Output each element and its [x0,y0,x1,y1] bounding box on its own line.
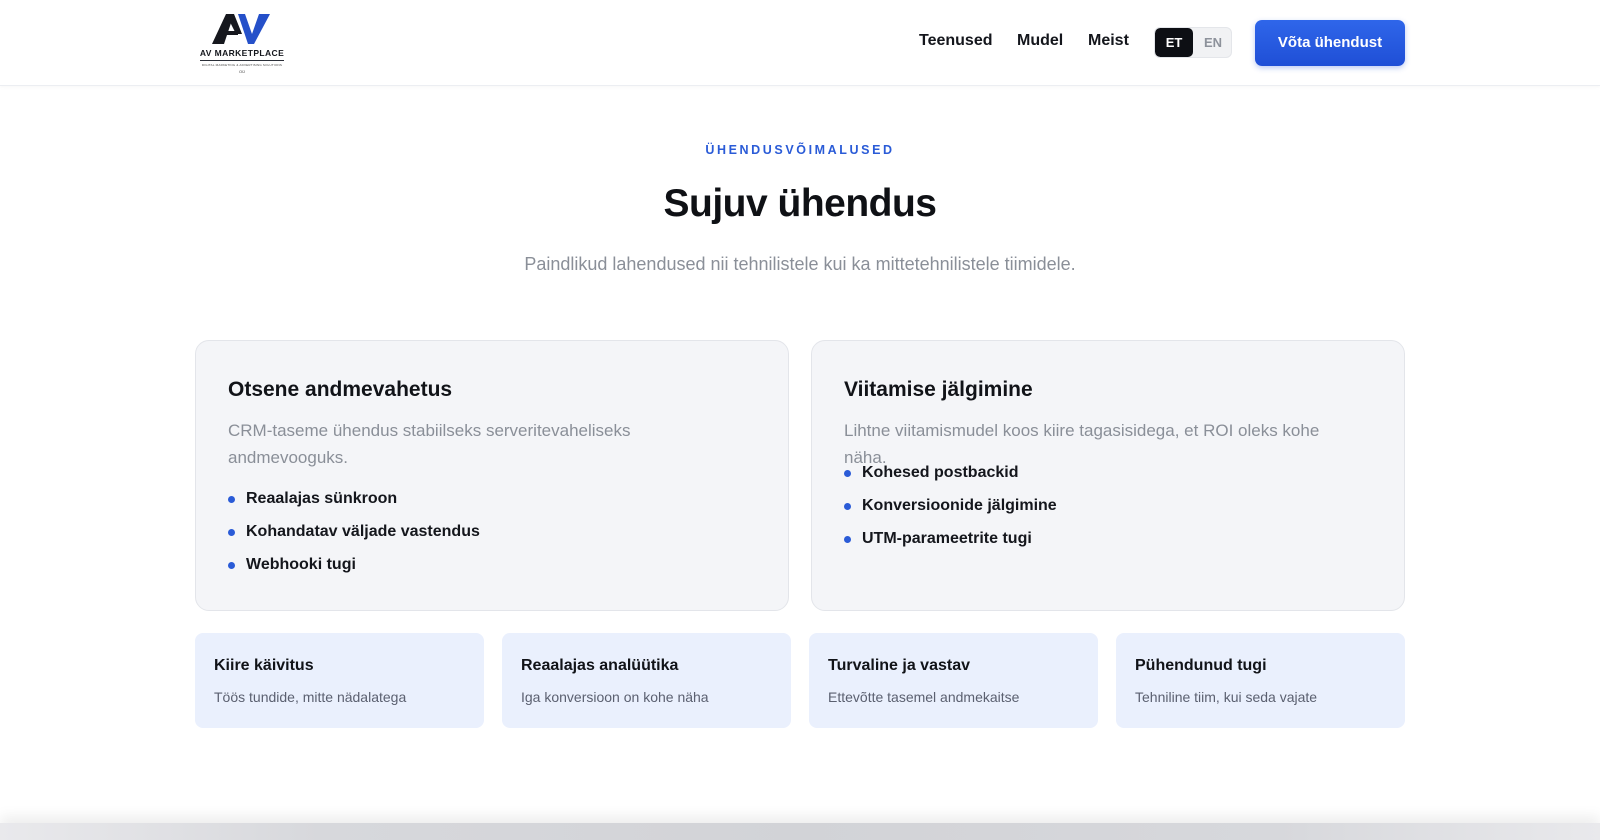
feature-description: Tehniline tiim, kui seda vajate [1135,689,1318,705]
bullet-dot-icon [228,562,235,569]
card-description: CRM-taseme ühendus stabiilseks serverite… [228,421,631,467]
card-feature-list: Kohesed postbackid Konversioonide jälgim… [844,462,1057,561]
list-item: Konversioonide jälgimine [844,495,1057,528]
feature-description: Töös tundide, mitte nädalatega [214,689,407,705]
feature-tile-secure-compliant: Turvaline ja vastav Ettevõtte tasemel an… [809,633,1098,728]
feature-tile-fast-launch: Kiire käivitus Töös tundide, mitte nädal… [195,633,484,728]
av-logo-icon [212,14,270,44]
feature-tile-dedicated-support: Pühendunud tugi Tehniline tiim, kui seda… [1116,633,1405,728]
card-title: Otsene andmevahetus [228,378,453,401]
logo-wordmark: AV MARKETPLACE [199,48,285,58]
feature-title: Turvaline ja vastav [828,657,970,674]
feature-title: Pühendunud tugi [1135,657,1267,674]
feature-description: Iga konversioon on kohe näha [521,689,709,705]
card-direct-data-exchange: Otsene andmevahetus CRM-taseme ühendus s… [195,340,789,611]
feature-description: Ettevõtte tasemel andmekaitse [828,689,1020,705]
feature-title: Reaalajas analüütika [521,657,679,674]
logo-tagline: DIGITAL MARKETING & ADVERTISING SOLUTION… [201,63,283,67]
card-feature-list: Reaalajas sünkroon Kohandatav väljade va… [228,488,480,587]
feature-tile-realtime-analytics: Reaalajas analüütika Iga konversioon on … [502,633,791,728]
brand-logo[interactable]: AV MARKETPLACE DIGITAL MARKETING & ADVER… [196,10,288,74]
bullet-dot-icon [844,470,851,477]
logo-suffix: OÜ [239,69,245,74]
site-header: AV MARKETPLACE DIGITAL MARKETING & ADVER… [0,0,1600,86]
card-referral-tracking: Viitamise jälgimine Lihtne viitamismudel… [811,340,1405,611]
nav-link-about[interactable]: Meist [1088,32,1129,50]
contact-button[interactable]: Võta ühendust [1255,20,1405,66]
section-subtitle: Paindlikud lahendused nii tehnilistele k… [524,254,1076,274]
feature-title: Kiire käivitus [214,657,314,674]
list-item: UTM-parameetrite tugi [844,528,1057,561]
bullet-dot-icon [228,496,235,503]
section-eyebrow: ÜHENDUSVÕIMALUSED [705,143,895,157]
next-section-edge [0,823,1600,840]
list-item: Kohesed postbackid [844,462,1057,495]
card-title: Viitamise jälgimine [844,378,1033,401]
lang-option-et[interactable]: ET [1155,28,1193,57]
list-item: Reaalajas sünkroon [228,488,480,521]
lang-option-en[interactable]: EN [1194,28,1231,57]
section-title: Sujuv ühendus [663,182,937,225]
bullet-dot-icon [844,536,851,543]
nav-link-services[interactable]: Teenused [919,32,993,50]
nav-link-model[interactable]: Mudel [1017,32,1063,50]
logo-divider [200,60,284,61]
bullet-dot-icon [844,503,851,510]
language-switcher: ET EN [1154,27,1232,58]
list-item: Webhooki tugi [228,554,480,587]
list-item: Kohandatav väljade vastendus [228,521,480,554]
bullet-dot-icon [228,529,235,536]
